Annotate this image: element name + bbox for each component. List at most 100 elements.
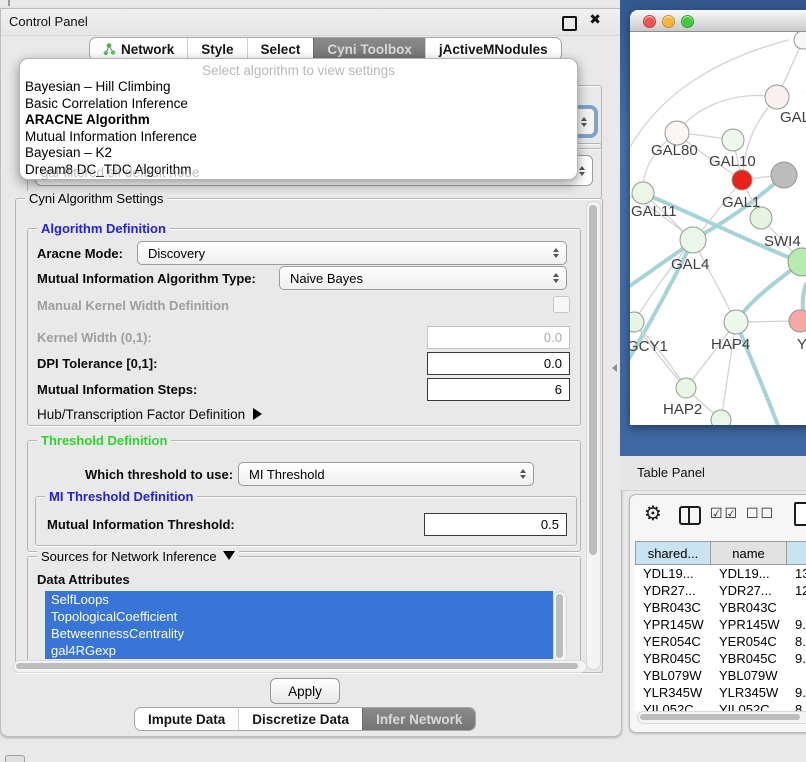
sources-title[interactable]: Sources for Network Inference — [37, 549, 239, 564]
table-cell: YER054C — [711, 633, 787, 650]
close-icon[interactable]: ✖ — [589, 12, 601, 28]
data-attribute-item[interactable]: TopologicalCoefficient — [45, 608, 553, 625]
network-node[interactable] — [630, 312, 644, 332]
aracne-mode-combobox[interactable]: Discovery — [137, 241, 567, 265]
dpi-tolerance-field[interactable]: 0.0 — [427, 352, 570, 375]
table-cell: YLR345W — [635, 684, 711, 701]
settings-vertical-scrollbar-thumb[interactable] — [589, 205, 597, 555]
tab-infer-network[interactable]: Infer Network — [362, 708, 475, 730]
gear-icon[interactable]: ⚙ — [644, 501, 662, 525]
tab-network-label: Network — [121, 42, 174, 57]
network-node[interactable] — [732, 170, 752, 190]
table-cell: YBL079W — [635, 667, 711, 684]
network-edge — [780, 420, 806, 425]
mi-steps-label: Mutual Information Steps: — [37, 382, 197, 397]
which-threshold-value: MI Threshold — [249, 467, 325, 482]
table-cell: YPR145W — [635, 616, 711, 633]
algorithm-popup-item[interactable]: Bayesian – K2 — [20, 145, 577, 162]
algorithm-popup-item[interactable]: ARACNE Algorithm — [20, 112, 577, 129]
cyni-bottom-tabbar: Impute Data Discretize Data Infer Networ… — [134, 707, 476, 731]
algorithm-popup-item[interactable]: Mutual Information Inference — [20, 129, 577, 146]
minimize-traffic-light[interactable] — [662, 15, 675, 28]
network-node[interactable] — [724, 310, 748, 334]
splitter-handle-icon[interactable] — [612, 364, 617, 372]
table-column-header[interactable]: A — [787, 541, 806, 565]
algorithm-definition-title: Algorithm Definition — [37, 221, 170, 236]
algorithm-popup-item[interactable]: Basic Correlation Inference — [20, 96, 577, 113]
network-node[interactable] — [711, 410, 731, 425]
tab-impute-data-label: Impute Data — [148, 712, 225, 727]
network-node[interactable] — [632, 182, 654, 204]
data-attribute-item[interactable]: gal4RGexp — [45, 642, 553, 659]
aracne-mode-label: Aracne Mode: — [37, 246, 123, 261]
table-row[interactable]: YBR043CYBR043C — [635, 599, 806, 616]
table-cell: YIL052C — [635, 701, 711, 711]
network-node[interactable] — [765, 85, 789, 109]
network-node[interactable] — [771, 162, 797, 188]
table-row[interactable]: YBR045CYBR045C9. — [635, 650, 806, 667]
deselect-all-checkboxes-icon[interactable]: ☐☐ — [746, 506, 775, 522]
attributes-scrollbar[interactable] — [553, 591, 567, 665]
tab-style[interactable]: Style — [187, 38, 246, 60]
network-canvas[interactable]: GAL2GAL80GAL10GAL1GAL11SWI4GAL4GCY1HAP4Y… — [630, 32, 806, 425]
tab-select[interactable]: Select — [247, 38, 314, 60]
table-row[interactable]: YLR345WYLR345W9. — [635, 684, 806, 701]
hub-definition-expander[interactable]: Hub/Transcription Factor Definition — [37, 407, 262, 422]
tab-discretize-data[interactable]: Discretize Data — [238, 708, 362, 730]
kernel-width-field[interactable]: 0.0 — [427, 326, 570, 349]
table-cell: YBR043C — [635, 599, 711, 616]
mi-type-value: Naive Bayes — [290, 271, 363, 286]
network-window-titlebar[interactable] — [630, 10, 806, 32]
table-row[interactable]: YER054CYER054C8. — [635, 633, 806, 650]
combo-spinner-icon — [579, 156, 585, 185]
network-node[interactable] — [789, 310, 806, 332]
mi-threshold-definition-title: MI Threshold Definition — [45, 489, 197, 504]
mi-threshold-label: Mutual Information Threshold: — [47, 517, 235, 532]
table-row[interactable]: YDL19...YDL19...13 — [635, 565, 806, 582]
table-cell: YDL19... — [711, 565, 787, 582]
algorithm-popup-item[interactable]: Bayesian – Hill Climbing — [20, 79, 577, 96]
table-row[interactable]: YBL079WYBL079W — [635, 667, 806, 684]
tab-network[interactable]: Network — [90, 38, 187, 60]
sources-title-label: Sources for Network Inference — [41, 549, 217, 564]
table-cell: 12 — [787, 582, 806, 599]
manual-kernel-checkbox[interactable] — [553, 296, 570, 313]
table-row[interactable]: YPR145WYPR145W9. — [635, 616, 806, 633]
network-node[interactable] — [676, 378, 696, 398]
network-node[interactable] — [680, 227, 706, 253]
which-threshold-combobox[interactable]: MI Threshold — [238, 462, 534, 486]
zoom-traffic-light[interactable] — [681, 15, 694, 28]
network-node[interactable] — [722, 129, 744, 151]
mi-type-combobox[interactable]: Naive Bayes — [279, 266, 567, 290]
table-column-header[interactable]: name — [711, 541, 787, 565]
data-attribute-item[interactable]: BetweennessCentrality — [45, 625, 553, 642]
tab-impute-data[interactable]: Impute Data — [135, 708, 238, 730]
attributes-scrollbar-thumb[interactable] — [556, 594, 563, 658]
columns-icon[interactable] — [679, 506, 701, 525]
table-cell: 13 — [787, 565, 806, 582]
table-row[interactable]: YDR27...YDR27...12 — [635, 582, 806, 599]
export-table-icon[interactable] — [794, 502, 806, 526]
network-node[interactable] — [794, 32, 806, 49]
mi-steps-field[interactable]: 6 — [427, 378, 570, 401]
data-attribute-item[interactable]: SelfLoops — [45, 591, 553, 608]
settings-vertical-scrollbar[interactable] — [586, 201, 601, 670]
table-header-row: shared...nameA — [635, 541, 806, 565]
tab-cyni-toolbox[interactable]: Cyni Toolbox — [313, 38, 425, 60]
table-horizontal-scrollbar-thumb[interactable] — [640, 714, 800, 720]
float-window-icon[interactable] — [562, 16, 577, 31]
kernel-width-label: Kernel Width (0,1): — [37, 330, 152, 345]
table-panel: ⚙ ☑☑ ☐☐ shared...nameA YDL19...YDL19...1… — [629, 494, 806, 733]
table-column-header[interactable]: shared... — [635, 541, 711, 565]
close-traffic-light[interactable] — [643, 15, 656, 28]
table-horizontal-scrollbar[interactable] — [637, 711, 806, 724]
select-all-checkboxes-icon[interactable]: ☑☑ — [710, 506, 739, 522]
tab-style-label: Style — [201, 42, 233, 57]
table-cell: 9. — [787, 650, 806, 667]
minimized-panel-button[interactable] — [5, 755, 25, 762]
network-edge — [630, 40, 788, 147]
mi-threshold-field[interactable]: 0.5 — [424, 513, 567, 536]
apply-button[interactable]: Apply — [270, 678, 340, 704]
table-row[interactable]: YIL052CYIL052C8. — [635, 701, 806, 711]
tab-jactivemnodules[interactable]: jActiveMNodules — [425, 38, 561, 60]
